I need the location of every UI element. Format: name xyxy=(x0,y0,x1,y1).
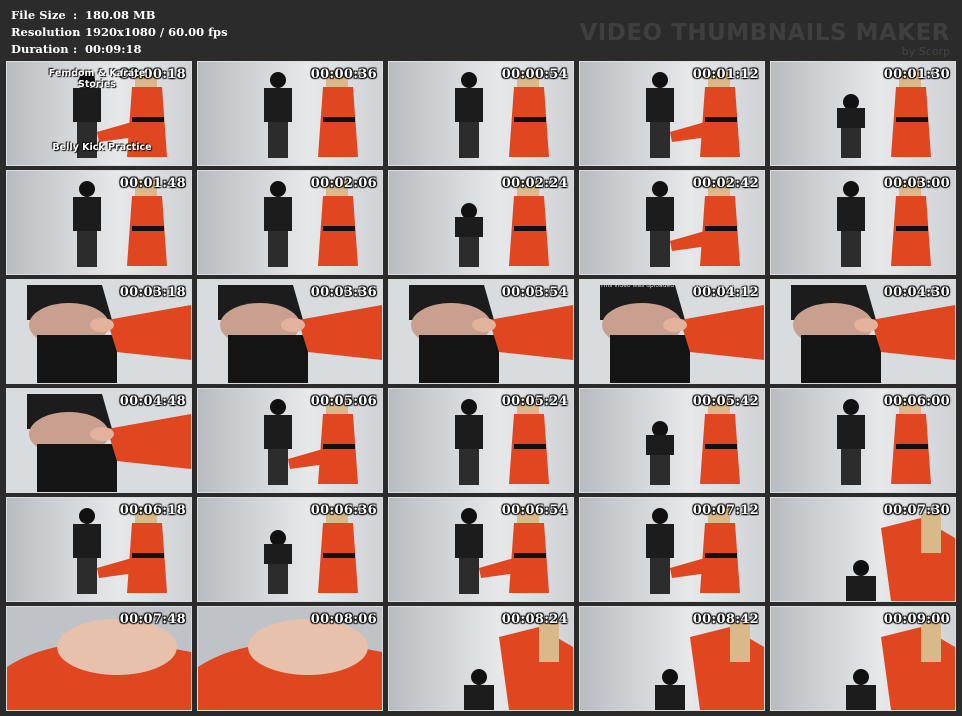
thumbnail-timestamp: 00:09:00 xyxy=(883,612,950,627)
duration-row: Duration : 00:09:18 xyxy=(11,41,228,58)
thumbnail-timestamp: 00:07:30 xyxy=(883,503,950,518)
thumbnail-timestamp: 00:06:18 xyxy=(119,503,186,518)
thumbnail: 00:07:30 xyxy=(770,497,956,602)
thumbnail: 00:09:00 xyxy=(770,606,956,711)
title-overlay-line: Femdom & Karate xyxy=(48,68,146,79)
thumbnail-timestamp: 00:05:06 xyxy=(310,394,377,409)
thumbnail-timestamp: 00:03:36 xyxy=(310,285,377,300)
thumbnail-timestamp: 00:02:42 xyxy=(692,176,759,191)
watermark-title: VIDEO THUMBNAILS MAKER xyxy=(579,20,950,46)
thumbnail: 00:07:12 xyxy=(579,497,765,602)
watermark: VIDEO THUMBNAILS MAKER by Scorp xyxy=(579,20,950,58)
file-info-panel: File Size : 180.08 MB Resolution : 1920x… xyxy=(11,7,228,58)
thumbnail: 00:00:18 Femdom & Karate Stories Belly Kick… xyxy=(6,61,192,166)
resolution-value: 1920x1080 / 60.00 fps xyxy=(85,25,228,39)
thumbnail: 00:02:42 xyxy=(579,170,765,275)
file-size-value: 180.08 MB xyxy=(85,8,156,22)
upload-note: This video was uploaded to WWW.XVIDEOS.C… xyxy=(600,282,746,289)
thumbnail: 00:04:30 xyxy=(770,279,956,384)
thumbnail: 00:03:00 xyxy=(770,170,956,275)
thumbnail-timestamp: 00:00:36 xyxy=(310,67,377,82)
thumbnail: 00:07:48 xyxy=(6,606,192,711)
thumbnail: 00:06:36 xyxy=(197,497,383,602)
thumbnail-timestamp: 00:04:48 xyxy=(119,394,186,409)
thumbnail: 00:06:00 xyxy=(770,388,956,493)
thumbnail: 00:00:54 xyxy=(388,61,574,166)
thumbnail: 00:02:24 xyxy=(388,170,574,275)
title-overlay-line: Stories xyxy=(78,79,116,90)
thumbnail: 00:03:18 xyxy=(6,279,192,384)
thumbnail-timestamp: 00:04:30 xyxy=(883,285,950,300)
thumbnail-timestamp: 00:07:12 xyxy=(692,503,759,518)
file-size-separator: : xyxy=(73,8,78,22)
thumbnail-timestamp: 00:01:30 xyxy=(883,67,950,82)
thumbnail: 00:08:06 xyxy=(197,606,383,711)
thumbnail-timestamp: 00:01:48 xyxy=(119,176,186,191)
thumbnail-grid: 00:00:18 Femdom & Karate Stories Belly Kick… xyxy=(6,61,957,712)
resolution-separator: : xyxy=(73,25,78,39)
thumbnail-timestamp: 00:06:36 xyxy=(310,503,377,518)
thumbnail-timestamp: 00:08:42 xyxy=(692,612,759,627)
file-size-row: File Size : 180.08 MB xyxy=(11,7,228,24)
thumbnail: 00:08:24 xyxy=(388,606,574,711)
thumbnail: 00:05:24 xyxy=(388,388,574,493)
thumbnail: 00:06:54 xyxy=(388,497,574,602)
thumbnail: 00:04:48 xyxy=(6,388,192,493)
thumbnail: 00:04:12 This video was uploaded to WWW.X… xyxy=(579,279,765,384)
title-overlay: Femdom & Karate Stories xyxy=(47,68,147,90)
thumbnail-timestamp: 00:03:00 xyxy=(883,176,950,191)
thumbnail-timestamp: 00:01:12 xyxy=(692,67,759,82)
thumbnail: 00:03:36 xyxy=(197,279,383,384)
subtitle-overlay: Belly Kick Practice xyxy=(52,142,152,153)
watermark-subtitle: by Scorp xyxy=(901,45,950,58)
thumbnail-timestamp: 00:08:24 xyxy=(501,612,568,627)
thumbnail: 00:00:36 xyxy=(197,61,383,166)
thumbnail: 00:02:06 xyxy=(197,170,383,275)
thumbnail: 00:05:06 xyxy=(197,388,383,493)
thumbnail: 00:01:48 xyxy=(6,170,192,275)
thumbnail: 00:01:30 xyxy=(770,61,956,166)
duration-separator: : xyxy=(73,42,78,56)
thumbnail-timestamp: 00:02:06 xyxy=(310,176,377,191)
duration-value: 00:09:18 xyxy=(85,42,142,56)
thumbnail: 00:06:18 xyxy=(6,497,192,602)
resolution-row: Resolution : 1920x1080 / 60.00 fps xyxy=(11,24,228,41)
thumbnail-timestamp: 00:02:24 xyxy=(501,176,568,191)
thumbnail-timestamp: 00:03:18 xyxy=(119,285,186,300)
thumbnail-timestamp: 00:06:54 xyxy=(501,503,568,518)
thumbnail: 00:05:42 xyxy=(579,388,765,493)
thumbnail-timestamp: 00:05:42 xyxy=(692,394,759,409)
thumbnail-timestamp: 00:05:24 xyxy=(501,394,568,409)
thumbnail-timestamp: 00:07:48 xyxy=(119,612,186,627)
thumbnail: 00:01:12 xyxy=(579,61,765,166)
thumbnail: 00:03:54 xyxy=(388,279,574,384)
thumbnail: 00:08:42 xyxy=(579,606,765,711)
resolution-label: Resolution xyxy=(11,25,81,39)
thumbnail-timestamp: 00:03:54 xyxy=(501,285,568,300)
file-size-label: File Size xyxy=(11,8,66,22)
thumbnail-timestamp: 00:00:54 xyxy=(501,67,568,82)
duration-label: Duration xyxy=(11,42,69,56)
thumbnail-timestamp: 00:08:06 xyxy=(310,612,377,627)
thumbnail-timestamp: 00:06:00 xyxy=(883,394,950,409)
